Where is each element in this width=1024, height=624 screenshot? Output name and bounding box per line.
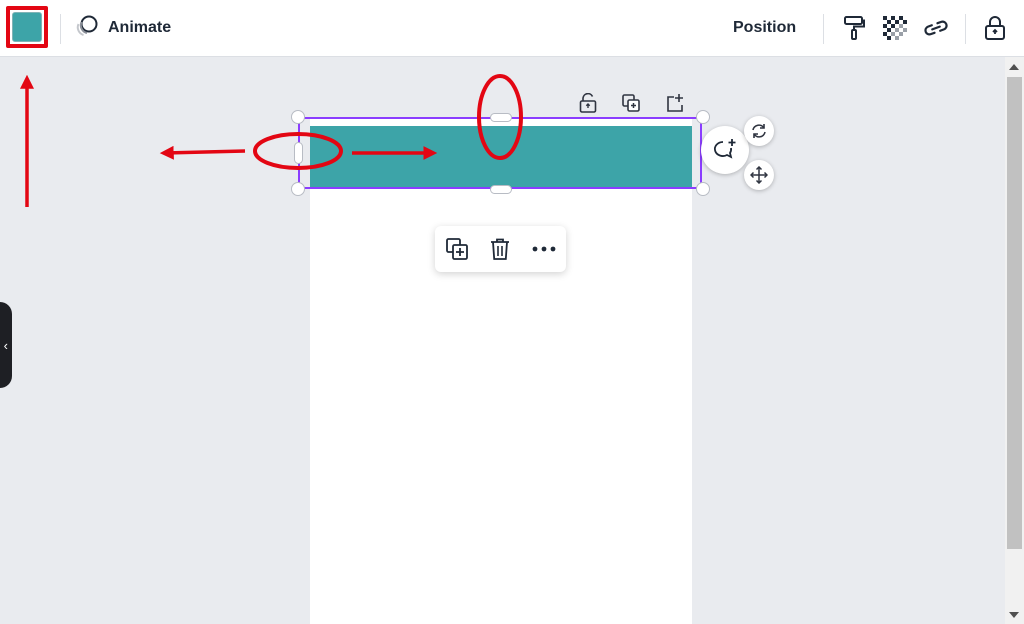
- trash-icon[interactable]: [485, 234, 515, 264]
- animate-icon: [74, 13, 100, 44]
- resize-handle-top-right[interactable]: [696, 110, 710, 124]
- vertical-scrollbar[interactable]: [1005, 57, 1024, 624]
- position-button[interactable]: Position: [725, 14, 804, 42]
- toolbar-divider: [60, 14, 61, 44]
- side-panel-toggle[interactable]: ‹: [0, 302, 12, 388]
- resize-handle-bottom-right[interactable]: [696, 182, 710, 196]
- animate-button[interactable]: Animate: [74, 14, 171, 42]
- add-comment-icon: [714, 139, 736, 159]
- toolbar-divider: [965, 14, 966, 44]
- scrollbar-thumb[interactable]: [1007, 77, 1022, 549]
- resize-handle-top[interactable]: [490, 113, 512, 122]
- transparency-icon[interactable]: [880, 13, 910, 43]
- resize-handle-bottom[interactable]: [490, 185, 512, 194]
- resize-handle-bottom-left[interactable]: [291, 182, 305, 196]
- add-comment-button[interactable]: [701, 126, 749, 174]
- duplicate-icon[interactable]: [442, 234, 472, 264]
- unlock-icon[interactable]: [577, 92, 599, 114]
- color-swatch-button[interactable]: [6, 6, 48, 48]
- scroll-down-icon[interactable]: [1009, 612, 1019, 618]
- lock-icon[interactable]: [980, 13, 1010, 43]
- rotate-icon: [752, 124, 766, 138]
- rotate-button[interactable]: [744, 116, 774, 146]
- resize-handle-left[interactable]: [294, 142, 303, 164]
- animate-label: Animate: [108, 19, 172, 36]
- resize-handle-top-left[interactable]: [291, 110, 305, 124]
- selection-box: [298, 117, 702, 189]
- toolbar-divider: [823, 14, 824, 44]
- add-page-icon[interactable]: [664, 92, 686, 114]
- chevron-left-icon: ‹: [3, 337, 8, 353]
- more-icon[interactable]: [529, 234, 559, 264]
- duplicate-icon[interactable]: [620, 92, 642, 114]
- move-button[interactable]: [744, 160, 774, 190]
- editor-toolbar: Animate Position: [0, 0, 1024, 57]
- link-icon[interactable]: [921, 13, 951, 43]
- color-swatch[interactable]: [12, 12, 42, 42]
- element-context-menu: [435, 226, 566, 272]
- scroll-up-icon[interactable]: [1009, 64, 1019, 70]
- arrow-left-annotation: [159, 145, 246, 160]
- paint-roller-icon[interactable]: [839, 13, 869, 43]
- move-icon: [750, 166, 768, 184]
